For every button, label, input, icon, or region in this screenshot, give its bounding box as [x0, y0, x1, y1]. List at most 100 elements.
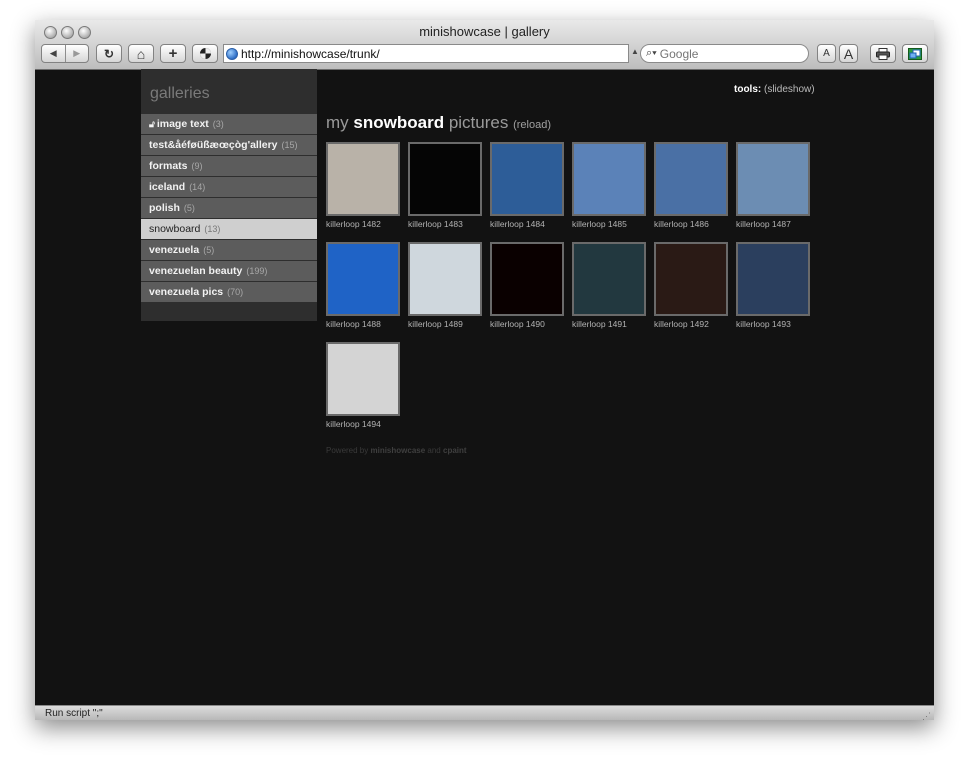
search-input[interactable] [659, 46, 780, 61]
forward-button[interactable]: ▶ [64, 45, 89, 62]
thumbnail[interactable]: killerloop 1485 [572, 142, 646, 229]
thumbnail-caption: killerloop 1484 [490, 219, 545, 229]
resize-grip-icon[interactable]: ⋰ [922, 709, 931, 720]
thumbnail[interactable]: killerloop 1494 [326, 342, 400, 429]
text-bigger-button[interactable]: A [839, 44, 858, 63]
gallery-item[interactable]: 🔓︎ image text (3) [141, 114, 317, 134]
gallery-item[interactable]: venezuelan beauty (199) [141, 261, 317, 281]
gallery-item-label: image text [156, 118, 209, 130]
thumbnail-image[interactable] [736, 242, 810, 316]
gallery-item-count: (199) [246, 266, 268, 276]
thumbnail-image[interactable] [408, 142, 482, 216]
thumbnail[interactable]: killerloop 1486 [654, 142, 728, 229]
home-button[interactable]: ⌂ [128, 44, 154, 63]
thumbnail[interactable]: killerloop 1492 [654, 242, 728, 329]
thumbnail[interactable]: killerloop 1488 [326, 242, 400, 329]
minishowcase-link[interactable]: minishowcase [370, 446, 425, 455]
gallery-item-label: venezuelan beauty [149, 265, 243, 277]
add-icon: + [168, 45, 178, 62]
thumbnail-caption: killerloop 1489 [408, 319, 463, 329]
print-button[interactable] [870, 44, 896, 63]
reload-link[interactable]: (reload) [513, 119, 551, 131]
thumbnail-image[interactable] [490, 242, 564, 316]
sidebar-title: galleries [150, 85, 210, 102]
tools-bar: tools: (slideshow) [734, 84, 815, 95]
gallery-item-label: iceland [149, 181, 186, 193]
forward-icon: ▶ [73, 48, 81, 58]
thumbnail-image[interactable] [654, 242, 728, 316]
thumbnail-image[interactable] [572, 242, 646, 316]
status-text: Run script ";" [45, 708, 103, 719]
address-history-arrow-icon[interactable]: ▲ [631, 47, 639, 56]
gallery-item-count: (15) [281, 140, 298, 150]
gallery-item-count: (70) [227, 287, 244, 297]
gallery-item-count: (13) [204, 224, 221, 234]
thumbnail-caption: killerloop 1486 [654, 219, 709, 229]
thumbnail-image[interactable] [572, 142, 646, 216]
window-cascade-icon [908, 47, 922, 60]
back-icon: ◀ [49, 48, 57, 58]
thumbnail[interactable]: killerloop 1482 [326, 142, 400, 229]
heading-prefix: my [326, 113, 349, 132]
bug-report-icon [199, 48, 211, 59]
footer: Powered by minishowcase and cpaint [326, 446, 467, 455]
address-text: http://minishowcase/trunk/ [241, 46, 380, 61]
thumbnail-image[interactable] [326, 242, 400, 316]
footer-and: and [427, 446, 441, 455]
slideshow-link[interactable]: (slideshow) [764, 84, 815, 95]
thumbnail-caption: killerloop 1488 [326, 319, 381, 329]
thumbnail-caption: killerloop 1494 [326, 419, 381, 429]
thumbnail-image[interactable] [326, 142, 400, 216]
gallery-item-count: (3) [212, 119, 224, 129]
gallery-item[interactable]: formats (9) [141, 156, 317, 176]
gallery-item[interactable]: venezuela (5) [141, 240, 317, 260]
thumbnail[interactable]: killerloop 1487 [736, 142, 810, 229]
thumbnail-image[interactable] [654, 142, 728, 216]
add-bookmark-button[interactable]: + [160, 44, 186, 63]
thumbnail[interactable]: killerloop 1491 [572, 242, 646, 329]
back-button[interactable]: ◀ [42, 45, 65, 62]
gallery-item[interactable]: polish (5) [141, 198, 317, 218]
gallery-item-label: polish [149, 202, 180, 214]
gallery-item[interactable]: snowboard (13) [141, 219, 317, 239]
print-icon [876, 47, 890, 60]
address-bar[interactable]: http://minishowcase/trunk/ [223, 44, 629, 63]
home-icon: ⌂ [136, 45, 146, 62]
tools-label: tools: [734, 84, 762, 95]
window-title: minishowcase | gallery [419, 24, 550, 39]
thumbnail-caption: killerloop 1485 [572, 219, 627, 229]
thumbnail[interactable]: killerloop 1489 [408, 242, 482, 329]
bug-report-button[interactable] [192, 44, 218, 63]
thumbnail-caption: killerloop 1490 [490, 319, 545, 329]
browser-window: minishowcase | gallery ◀ ▶ ↻ ⌂ + http://… [35, 20, 934, 720]
status-bar: Run script ";" ⋰ [35, 705, 934, 720]
thumbnail[interactable]: killerloop 1493 [736, 242, 810, 329]
gallery-item-label: test&åéføüßæœçòg'allery [149, 139, 278, 151]
thumbnail-image[interactable] [490, 142, 564, 216]
lock-icon: 🔓︎ [149, 119, 155, 129]
text-smaller-icon: A [823, 48, 830, 59]
thumbnail[interactable]: killerloop 1490 [490, 242, 564, 329]
thumbnail-image[interactable] [408, 242, 482, 316]
reload-button[interactable]: ↻ [96, 44, 122, 63]
thumbnail[interactable]: killerloop 1484 [490, 142, 564, 229]
reload-icon: ↻ [103, 46, 115, 61]
cpaint-link[interactable]: cpaint [443, 446, 467, 455]
gallery-item-label: venezuela [149, 244, 200, 256]
gallery-item-count: (9) [191, 161, 203, 171]
thumbnail[interactable]: killerloop 1483 [408, 142, 482, 229]
gallery-item[interactable]: venezuela pics (70) [141, 282, 317, 302]
search-field[interactable]: ⌕▾ [640, 44, 809, 63]
gallery-item-label: snowboard [149, 223, 201, 235]
gallery-item-count: (5) [203, 245, 215, 255]
thumbnail-image[interactable] [736, 142, 810, 216]
gallery-item[interactable]: test&åéføüßæœçòg'allery (15) [141, 135, 317, 155]
thumbnail-image[interactable] [326, 342, 400, 416]
thumbnail-caption: killerloop 1482 [326, 219, 381, 229]
gallery-item[interactable]: iceland (14) [141, 177, 317, 197]
thumbnail-caption: killerloop 1487 [736, 219, 791, 229]
text-smaller-button[interactable]: A [817, 44, 836, 63]
heading-suffix: pictures [448, 113, 509, 132]
thumbnail-caption: killerloop 1491 [572, 319, 627, 329]
snapback-button[interactable] [902, 44, 928, 63]
